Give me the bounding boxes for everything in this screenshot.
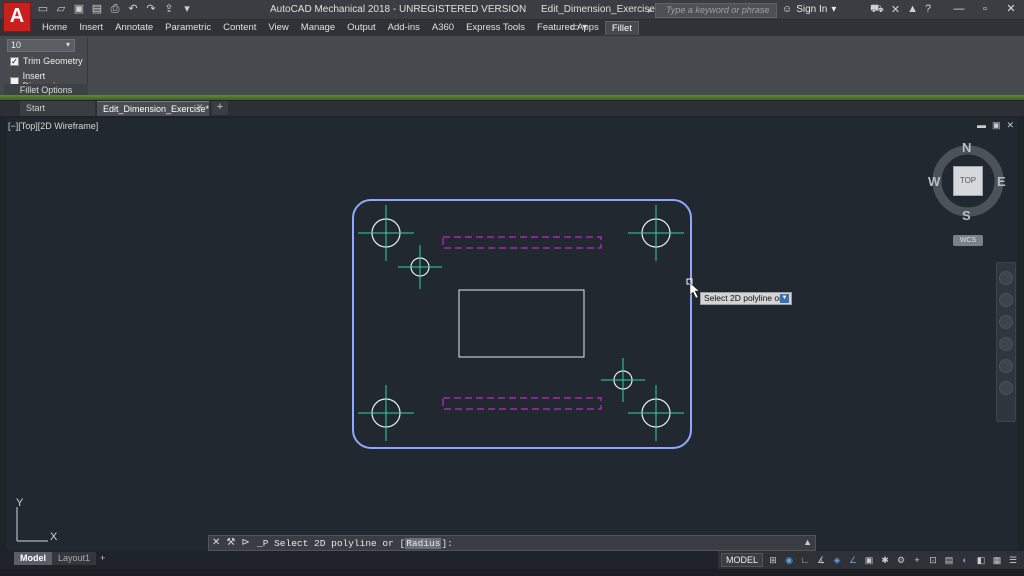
hole-bottom-right[interactable]: [628, 385, 684, 441]
hole-top-right[interactable]: [628, 205, 684, 261]
add-icon[interactable]: +: [911, 554, 923, 566]
orbit-icon[interactable]: [999, 337, 1013, 351]
drawing-canvas: [16, 199, 700, 542]
pan-icon[interactable]: [999, 293, 1013, 307]
close-command-line-icon[interactable]: ✕: [212, 537, 220, 548]
steering-wheel-icon[interactable]: [999, 271, 1013, 285]
ucs-y-label: Y: [16, 497, 24, 509]
viewcube[interactable]: N S E W TOP: [928, 140, 1010, 223]
command-option-radius[interactable]: Radius: [405, 538, 442, 549]
dynamic-input-tooltip: Select 2D polyline or ▼: [700, 292, 792, 305]
ucs-icon: [16, 507, 48, 542]
tab-layout1[interactable]: Layout1: [52, 552, 97, 565]
layout-tab-bar: Model Layout1 +: [0, 551, 700, 566]
navigation-bar: [996, 262, 1016, 422]
wcs-menu[interactable]: WCS: [953, 235, 983, 246]
showmotion-icon[interactable]: [999, 359, 1013, 373]
ucs-x-label: X: [50, 531, 58, 543]
navbar-menu-icon[interactable]: [999, 381, 1013, 395]
hardware-acceleration-icon[interactable]: ◧: [975, 554, 987, 566]
object-snap-icon[interactable]: ▣: [863, 554, 875, 566]
zoom-extents-icon[interactable]: [999, 315, 1013, 329]
add-layout-icon[interactable]: +: [94, 552, 111, 565]
viewcube-top-face[interactable]: TOP: [953, 166, 983, 196]
tab-model[interactable]: Model: [14, 552, 52, 565]
tooltip-options-icon[interactable]: ▼: [780, 294, 789, 303]
command-suffix: ]:: [441, 538, 453, 549]
command-history-icon[interactable]: ▲: [803, 537, 812, 547]
isolate-objects-icon[interactable]: ◐: [959, 554, 971, 566]
bottom-strip: [0, 569, 1024, 576]
model-space-button[interactable]: MODEL: [721, 553, 764, 567]
command-line[interactable]: ✕ ⚒ ⊳ _P Select 2D polyline or [Radius]:…: [208, 535, 816, 551]
units-icon[interactable]: ⊡: [927, 554, 939, 566]
grid-icon[interactable]: ⊞: [767, 554, 779, 566]
compass-south[interactable]: S: [962, 208, 971, 223]
application-menu-button[interactable]: A: [3, 2, 31, 32]
compass-north[interactable]: N: [962, 140, 971, 155]
small-hole-upper[interactable]: [398, 245, 442, 289]
status-bar: MODEL ⊞ ◉ ∟ ∡ ◈ ∠ ▣ ✱ ⚙ + ⊡ ▤ ◐ ◧ ▦ ☰: [718, 551, 1024, 569]
hole-top-left[interactable]: [358, 205, 414, 261]
customization-icon[interactable]: ☰: [1007, 554, 1019, 566]
quick-properties-icon[interactable]: ▤: [943, 554, 955, 566]
compass-east[interactable]: E: [997, 174, 1006, 189]
tooltip-text: Select 2D polyline or: [704, 293, 782, 303]
slot-bottom[interactable]: [442, 397, 602, 410]
customize-icon[interactable]: ⚒: [226, 537, 235, 548]
hole-bottom-left[interactable]: [358, 385, 414, 441]
command-prefix: _P Select 2D polyline or [: [257, 538, 406, 549]
compass-west[interactable]: W: [928, 174, 940, 189]
object-snap-tracking-icon[interactable]: ∠: [847, 554, 859, 566]
clean-screen-icon[interactable]: ▦: [991, 554, 1003, 566]
small-hole-lower[interactable]: [601, 358, 645, 402]
center-pocket[interactable]: [458, 289, 585, 358]
annotation-icon[interactable]: ✱: [879, 554, 891, 566]
command-prompt-text: _P Select 2D polyline or [Radius]:: [257, 538, 453, 549]
polar-tracking-icon[interactable]: ∡: [815, 554, 827, 566]
snap-mode-icon[interactable]: ◉: [783, 554, 795, 566]
workspace-gear-icon[interactable]: ⚙: [895, 554, 907, 566]
cursor-pickbox: [686, 278, 700, 299]
isodraft-icon[interactable]: ◈: [831, 554, 843, 566]
slot-top[interactable]: [442, 236, 602, 249]
ortho-icon[interactable]: ∟: [799, 554, 811, 566]
command-line-tools: ✕ ⚒ ⊳: [212, 537, 250, 548]
command-prompt-icon: ⊳: [241, 537, 250, 548]
